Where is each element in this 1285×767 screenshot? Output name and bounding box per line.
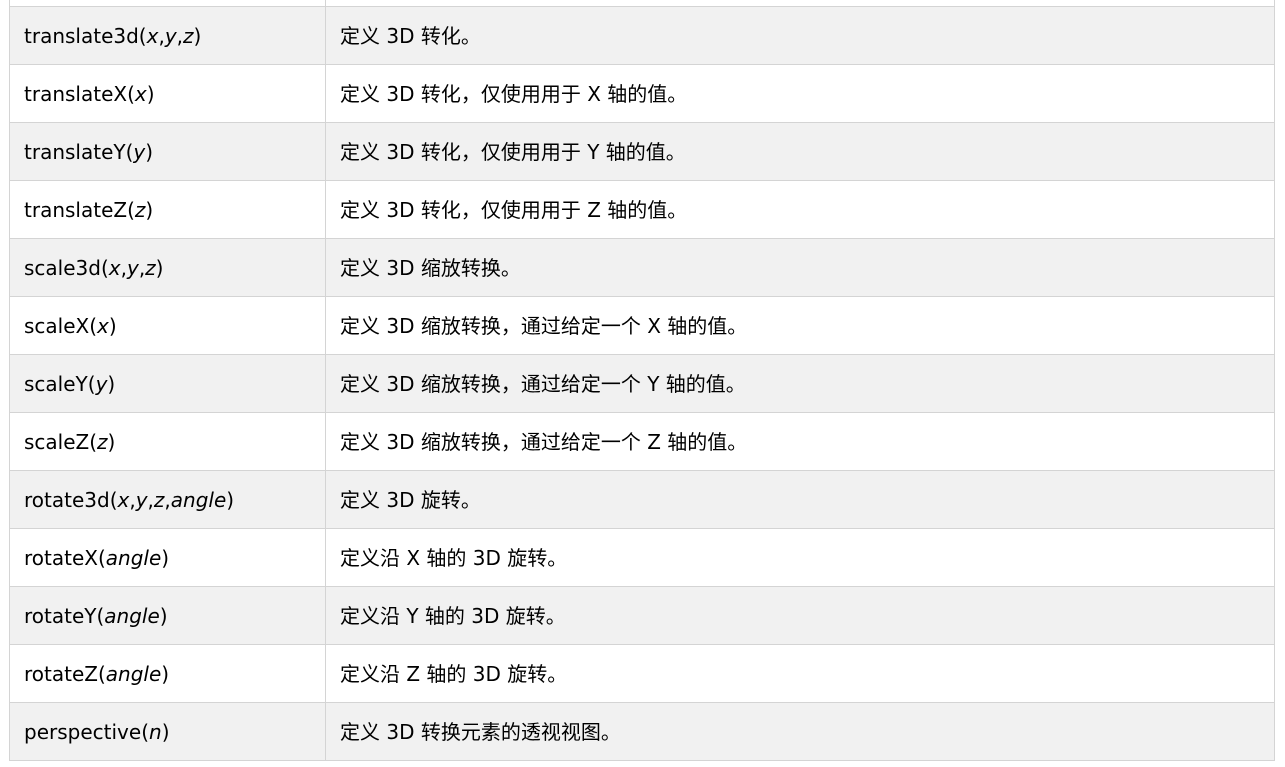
description-cell: 定义 3D 转化，仅使用用于 Z 轴的值。 <box>325 180 1275 239</box>
description-cell: 定义 3D 缩放转换，通过给定一个 Z 轴的值。 <box>325 412 1275 471</box>
description-text: 定义 3D 转化。 <box>340 23 481 48</box>
function-cell: rotate3d(x,y,z,angle) <box>9 470 326 529</box>
function-arg: x <box>134 81 147 106</box>
table-row: translate3d(x,y,z) 定义 3D 转化。 <box>9 6 1275 65</box>
function-name: translateY <box>24 139 126 164</box>
function-arg: n <box>149 719 162 744</box>
function-arg: angle <box>105 661 162 686</box>
function-name: translate3d <box>24 23 139 48</box>
description-cell: 定义 3D 旋转。 <box>325 470 1275 529</box>
table-row: rotate3d(x,y,z,angle) 定义 3D 旋转。 <box>9 470 1275 529</box>
function-arg: angle <box>105 545 162 570</box>
table-row: perspective(n) 定义 3D 转换元素的透视视图。 <box>9 702 1275 761</box>
function-name: rotateZ <box>24 661 98 686</box>
table-row: scale3d(x,y,z) 定义 3D 缩放转换。 <box>9 238 1275 297</box>
description-cell: 定义沿 X 轴的 3D 旋转。 <box>325 528 1275 587</box>
function-cell: rotateY(angle) <box>9 586 326 645</box>
function-name: rotateX <box>24 545 98 570</box>
table-row: translateX(x) 定义 3D 转化，仅使用用于 X 轴的值。 <box>9 64 1275 123</box>
function-arg: z <box>153 487 165 512</box>
function-name: perspective <box>24 719 142 744</box>
function-arg: x <box>146 23 159 48</box>
function-name: translateX <box>24 81 128 106</box>
description-text: 定义 3D 缩放转换。 <box>340 255 521 280</box>
function-cell: scaleY(y) <box>9 354 326 413</box>
table-row: rotateZ(angle) 定义沿 Z 轴的 3D 旋转。 <box>9 644 1275 703</box>
function-arg: y <box>133 139 146 164</box>
description-text: 定义沿 Y 轴的 3D 旋转。 <box>340 603 566 628</box>
description-cell: 定义 3D 转换元素的透视视图。 <box>325 702 1275 761</box>
function-name: scaleX <box>24 313 90 338</box>
function-arg: angle <box>170 487 227 512</box>
function-cell: scaleX(x) <box>9 296 326 355</box>
function-name: scaleZ <box>24 429 90 454</box>
description-text: 定义沿 X 轴的 3D 旋转。 <box>340 545 568 570</box>
description-cell: 定义 3D 转化。 <box>325 6 1275 65</box>
function-cell: rotateX(angle) <box>9 528 326 587</box>
description-cell: 定义 3D 缩放转换，通过给定一个 X 轴的值。 <box>325 296 1275 355</box>
function-arg: y <box>95 371 108 396</box>
function-cell: perspective(n) <box>9 702 326 761</box>
table-row: scaleZ(z) 定义 3D 缩放转换，通过给定一个 Z 轴的值。 <box>9 412 1275 471</box>
description-cell: 定义 3D 转化，仅使用用于 X 轴的值。 <box>325 64 1275 123</box>
function-arg: z <box>97 429 108 454</box>
description-text: 定义 3D 转化，仅使用用于 X 轴的值。 <box>340 81 688 106</box>
transform-functions-table-wrapper: translate3d(x,y,z) 定义 3D 转化。 translateX(… <box>9 0 1275 761</box>
function-name: rotate3d <box>24 487 110 512</box>
description-text: 定义 3D 缩放转换，通过给定一个 Y 轴的值。 <box>340 371 746 396</box>
function-arg: y <box>126 255 139 280</box>
description-text: 定义 3D 旋转。 <box>340 487 481 512</box>
function-arg: x <box>97 313 109 338</box>
function-cell: scaleZ(z) <box>9 412 326 471</box>
function-cell: translateX(x) <box>9 64 326 123</box>
table-row: translateY(y) 定义 3D 转化，仅使用用于 Y 轴的值。 <box>9 122 1275 181</box>
function-arg: z <box>183 23 194 48</box>
function-cell: translate3d(x,y,z) <box>9 6 326 65</box>
function-arg: x <box>108 255 121 280</box>
function-arg: y <box>135 487 148 512</box>
function-name: scale3d <box>24 255 101 280</box>
transform-functions-table: translate3d(x,y,z) 定义 3D 转化。 translateX(… <box>9 0 1275 761</box>
description-text: 定义 3D 转化，仅使用用于 Y 轴的值。 <box>340 139 686 164</box>
function-name: translateZ <box>24 197 128 222</box>
table-row: scaleY(y) 定义 3D 缩放转换，通过给定一个 Y 轴的值。 <box>9 354 1275 413</box>
table-row: rotateY(angle) 定义沿 Y 轴的 3D 旋转。 <box>9 586 1275 645</box>
function-arg: y <box>164 23 177 48</box>
description-text: 定义 3D 转换元素的透视视图。 <box>340 719 621 744</box>
description-text: 定义 3D 缩放转换，通过给定一个 Z 轴的值。 <box>340 429 748 454</box>
function-cell: rotateZ(angle) <box>9 644 326 703</box>
function-arg: x <box>117 487 130 512</box>
description-cell: 定义 3D 转化，仅使用用于 Y 轴的值。 <box>325 122 1275 181</box>
description-text: 定义沿 Z 轴的 3D 旋转。 <box>340 661 568 686</box>
function-arg: z <box>145 255 156 280</box>
description-cell: 定义沿 Y 轴的 3D 旋转。 <box>325 586 1275 645</box>
function-cell: translateY(y) <box>9 122 326 181</box>
table-body: translate3d(x,y,z) 定义 3D 转化。 translateX(… <box>9 0 1275 761</box>
table-row: translateZ(z) 定义 3D 转化，仅使用用于 Z 轴的值。 <box>9 180 1275 239</box>
function-arg: z <box>134 197 146 222</box>
table-row: rotateX(angle) 定义沿 X 轴的 3D 旋转。 <box>9 528 1275 587</box>
function-name: rotateY <box>24 603 97 628</box>
description-text: 定义 3D 转化，仅使用用于 Z 轴的值。 <box>340 197 688 222</box>
function-cell: translateZ(z) <box>9 180 326 239</box>
description-cell: 定义 3D 缩放转换，通过给定一个 Y 轴的值。 <box>325 354 1275 413</box>
description-cell: 定义 3D 缩放转换。 <box>325 238 1275 297</box>
description-text: 定义 3D 缩放转换，通过给定一个 X 轴的值。 <box>340 313 748 338</box>
function-name: scaleY <box>24 371 88 396</box>
function-arg: angle <box>104 603 160 628</box>
description-cell: 定义沿 Z 轴的 3D 旋转。 <box>325 644 1275 703</box>
table-row: scaleX(x) 定义 3D 缩放转换，通过给定一个 X 轴的值。 <box>9 296 1275 355</box>
function-cell: scale3d(x,y,z) <box>9 238 326 297</box>
